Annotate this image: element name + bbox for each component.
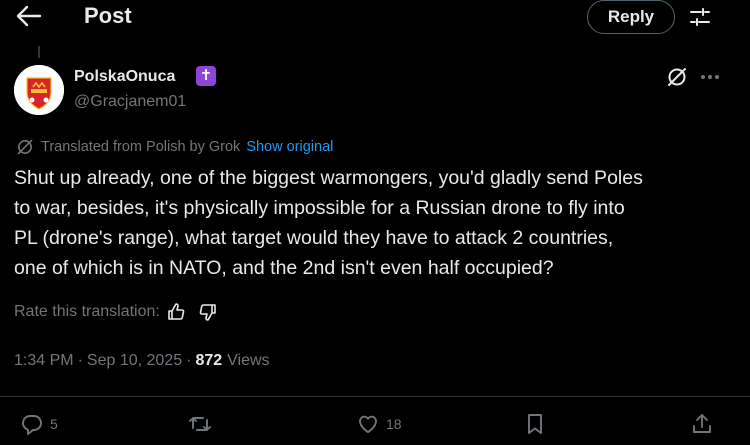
like-icon	[356, 412, 380, 436]
view-count: 872	[195, 352, 223, 369]
cross-emoji-badge: ✝	[196, 66, 216, 86]
share-icon	[690, 412, 714, 436]
avatar[interactable]	[14, 65, 64, 115]
thread-connector	[38, 46, 40, 58]
bookmark-action[interactable]	[523, 410, 547, 438]
divider	[0, 396, 750, 397]
back-arrow-icon[interactable]	[14, 4, 42, 28]
reply-count: 5	[50, 416, 58, 432]
post-time[interactable]: 1:34 PM	[14, 350, 74, 372]
thumbs-up-icon[interactable]	[166, 302, 186, 322]
reply-action[interactable]: 5	[20, 410, 58, 438]
translated-label: Translated from Polish by Grok	[41, 139, 241, 155]
grok-icon[interactable]	[666, 66, 688, 88]
views-label: Views	[227, 352, 270, 369]
post-date[interactable]: Sep 10, 2025	[87, 350, 182, 372]
meta-separator: ·	[77, 352, 83, 369]
repost-icon	[188, 412, 212, 436]
more-icon[interactable]	[697, 66, 723, 88]
page-title: Post	[84, 3, 132, 28]
tune-icon[interactable]	[688, 5, 712, 29]
like-action[interactable]: 18	[356, 410, 402, 438]
bookmark-icon	[523, 412, 547, 436]
repost-action[interactable]	[188, 410, 218, 438]
show-original-link[interactable]: Show original	[246, 139, 333, 155]
share-action[interactable]	[690, 410, 714, 438]
post-meta: 1:34 PM · Sep 10, 2025 · 872 Views	[14, 350, 270, 372]
like-count: 18	[386, 416, 402, 432]
thumbs-down-icon[interactable]	[198, 302, 218, 322]
rate-label: Rate this translation:	[14, 303, 160, 320]
tweet-text: Shut up already, one of the biggest warm…	[14, 167, 643, 279]
grok-icon	[16, 138, 34, 156]
reply-button[interactable]: Reply	[587, 0, 675, 34]
user-handle[interactable]: @Gracjanem01	[74, 92, 186, 112]
meta-separator: ·	[186, 352, 192, 369]
translation-notice: Translated from Polish by Grok Show orig…	[16, 137, 333, 157]
rate-translation: Rate this translation:	[14, 301, 218, 323]
reply-icon	[20, 412, 44, 436]
display-name[interactable]: PolskaOnuca	[74, 67, 175, 87]
